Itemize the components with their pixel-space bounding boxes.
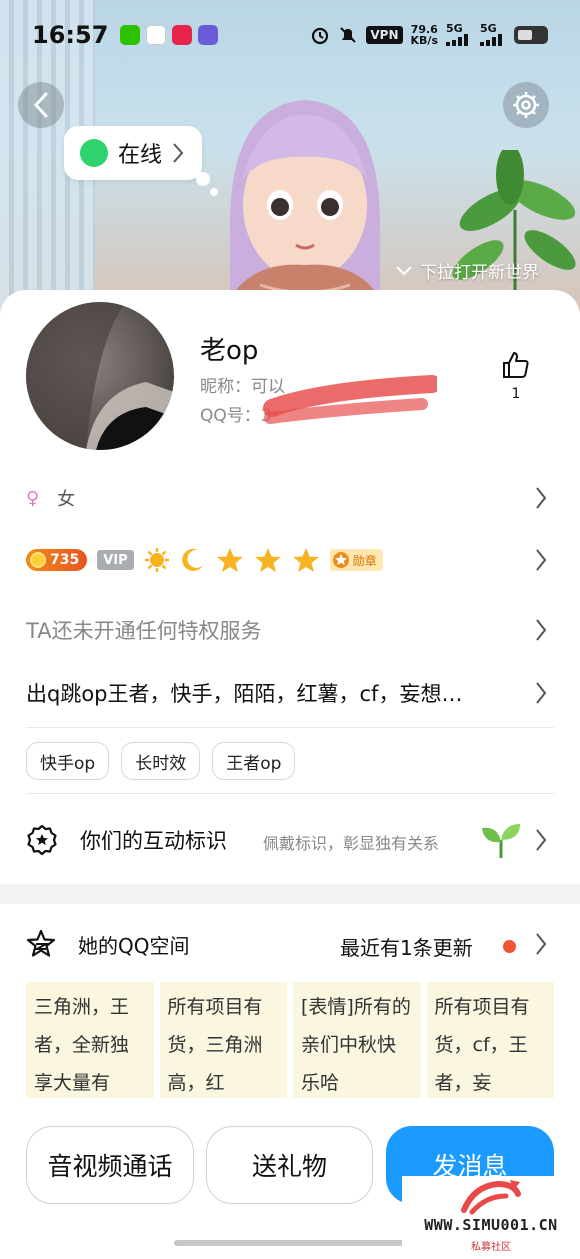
female-icon: ♀ — [26, 487, 40, 509]
chevron-right-icon — [173, 143, 184, 163]
pull-hint-label: 下拉打开新世界 — [420, 263, 539, 283]
chevron-right-icon — [536, 829, 547, 851]
privilege-row[interactable]: TA还未开通任何特权服务 — [0, 614, 580, 646]
status-bar: 16:57 VPN 79.6 KB/s 5G 5G — [0, 0, 580, 70]
gender-row[interactable]: ♀ 女 — [0, 482, 580, 514]
signal-bars-icon — [480, 34, 502, 46]
divider — [26, 727, 554, 728]
profile-banner[interactable]: 16:57 VPN 79.6 KB/s 5G 5G 在线 下拉打开新世界 — [0, 0, 580, 320]
avatar-3d-character[interactable] — [200, 85, 410, 320]
like-count: 1 — [511, 386, 521, 402]
chevron-left-icon — [33, 92, 48, 118]
star-icon — [216, 548, 243, 572]
like-button[interactable]: 1 — [498, 350, 534, 402]
mute-bell-icon — [340, 27, 357, 43]
gear-icon — [513, 92, 539, 118]
avatar[interactable] — [26, 302, 174, 450]
watermark-logo — [461, 1180, 521, 1215]
watermark-site: WWW.SIMU001.CN — [424, 1216, 558, 1234]
bubble-tail — [196, 172, 210, 186]
tag-chip[interactable]: 王者op — [212, 742, 296, 780]
chevron-down-icon — [396, 265, 412, 275]
sun-icon — [144, 548, 169, 572]
settings-button[interactable] — [503, 82, 549, 128]
qzone-post-list: 三角洲，王者，全新独享大量有 所有项目有货，三角洲高，红书，… [表情]所有的亲… — [26, 982, 554, 1098]
profile-name: 老op — [200, 336, 259, 366]
redaction-scribble — [263, 375, 437, 424]
update-dot — [503, 940, 516, 953]
qzone-post[interactable]: [表情]所有的亲们中秋快乐哈 — [293, 982, 421, 1098]
star-icon — [292, 548, 319, 572]
online-status-bubble[interactable]: 在线 — [64, 126, 203, 180]
tag-chip[interactable]: 快手op — [26, 742, 110, 780]
chevron-right-icon — [536, 487, 547, 509]
bio-text: 出q跳op王者，快手，陌陌，红薯，cf，妄想… — [26, 682, 463, 706]
badge-star-icon — [27, 824, 57, 856]
qzone-post[interactable]: 三角洲，王者，全新独享大量有 — [26, 982, 154, 1098]
back-button[interactable] — [18, 82, 64, 128]
network-speed: 79.6 KB/s — [410, 23, 438, 47]
online-status-label: 在线 — [118, 143, 163, 168]
home-indicator[interactable] — [174, 1240, 406, 1246]
signal-bars-icon — [446, 34, 468, 46]
sprout-icon — [482, 824, 520, 858]
medal-star-icon — [332, 552, 349, 568]
notification-icons — [120, 25, 219, 45]
mail-icon — [146, 25, 167, 45]
bio-row[interactable]: 出q跳op王者，快手，陌陌，红薯，cf，妄想… — [0, 676, 580, 710]
tag-list: 快手op 长时效 王者op — [26, 742, 296, 780]
qzone-title: 她的QQ空间 — [78, 933, 190, 958]
qzone-post[interactable]: 所有项目有货，cf，王者，妄想，… — [426, 982, 554, 1098]
moon-icon — [181, 548, 203, 571]
gender-label: 女 — [57, 489, 76, 510]
wechat-icon — [120, 25, 141, 45]
video-call-button[interactable]: 音视频通话 — [26, 1126, 194, 1204]
chevron-right-icon — [536, 619, 547, 641]
xiaohongshu-icon — [172, 25, 193, 45]
avatar-photo — [26, 302, 174, 450]
chevron-right-icon — [536, 933, 547, 955]
signal-sim2: 5G — [480, 23, 506, 46]
interaction-mark-row[interactable]: 你们的互动标识 佩戴标识，彰显独有关系 — [0, 820, 580, 860]
battery-icon — [514, 26, 548, 44]
level-coin-icon — [30, 552, 46, 568]
interaction-title: 你们的互动标识 — [80, 829, 227, 853]
tieba-icon — [198, 25, 219, 45]
clock: 16:57 — [32, 21, 109, 49]
watermark: WWW.SIMU001.CN 私募社区 — [402, 1176, 580, 1259]
chevron-right-icon — [536, 682, 547, 704]
vip-badge[interactable]: VIP — [97, 550, 134, 570]
star-icon — [254, 548, 281, 572]
qzone-row[interactable]: 她的QQ空间 最近有1条更新 — [0, 926, 580, 962]
send-gift-button[interactable]: 送礼物 — [206, 1126, 373, 1204]
chevron-right-icon — [536, 549, 547, 571]
qzone-star-icon — [26, 929, 56, 957]
system-status: VPN 79.6 KB/s 5G 5G — [310, 23, 548, 47]
medal-badge[interactable]: 勋章 — [329, 549, 383, 571]
level-badge[interactable]: 735 — [26, 549, 88, 571]
online-dot-icon — [80, 139, 108, 167]
signal-sim1: 5G — [446, 23, 472, 46]
thumbs-up-icon — [503, 352, 529, 378]
vpn-badge: VPN — [366, 26, 403, 44]
profile-card: 老op 昵称：可以 QQ号：3 1 ♀ 女 735 VIP 勋章 TA还未开通任… — [0, 290, 580, 1259]
privilege-label: TA还未开通任何特权服务 — [26, 619, 262, 643]
qzone-update-label: 最近有1条更新 — [340, 936, 473, 960]
watermark-name: 私募社区 — [471, 1242, 511, 1253]
bubble-tail — [210, 188, 218, 196]
section-separator — [0, 884, 580, 904]
alarm-icon — [312, 27, 329, 45]
divider — [26, 793, 554, 794]
pull-hint[interactable]: 下拉打开新世界 — [396, 258, 539, 283]
qzone-post[interactable]: 所有项目有货，三角洲高，红书，… — [159, 982, 287, 1098]
interaction-subtitle: 佩戴标识，彰显独有关系 — [263, 834, 440, 853]
tag-chip[interactable]: 长时效 — [121, 742, 201, 780]
profile-qq-number[interactable]: QQ号：3 — [200, 401, 272, 426]
badges-row[interactable]: 735 VIP 勋章 — [0, 544, 580, 576]
